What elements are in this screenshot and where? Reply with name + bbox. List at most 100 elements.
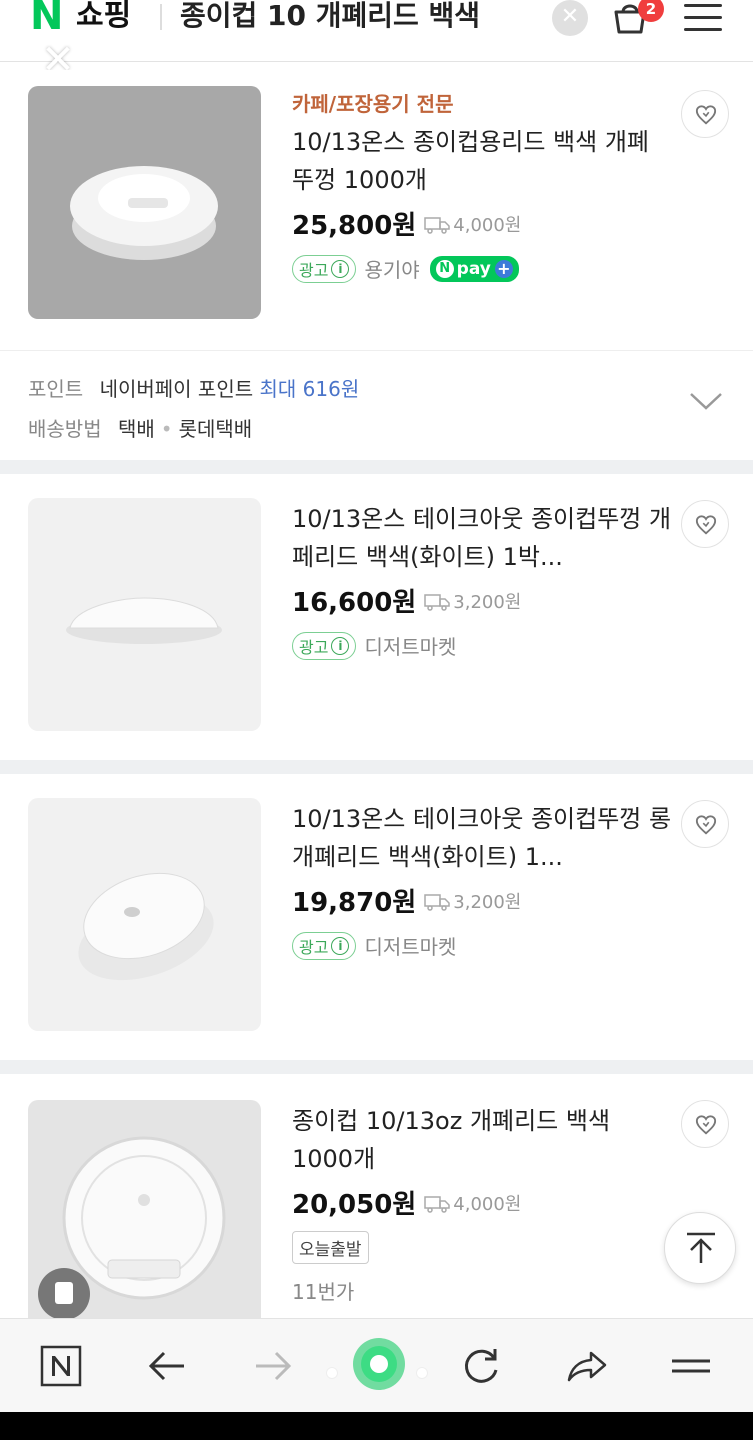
product-card[interactable]: 10/13온스 테이크아웃 종이컵뚜껑 롱개폐리드 백색(화이트) 1... 1…	[0, 774, 753, 1060]
heart-icon	[695, 815, 717, 835]
top-header: N 쇼핑 종이컵 10 개폐리드 백색 ✕ 2	[0, 0, 753, 62]
wishlist-button[interactable]	[681, 1100, 729, 1148]
share-arrow-icon	[567, 1351, 607, 1382]
ad-label: 광고	[299, 937, 329, 957]
header-divider	[160, 4, 162, 30]
arrow-right-icon	[256, 1351, 292, 1381]
product-image[interactable]	[28, 498, 261, 731]
product-title[interactable]: 10/13온스 테이크아웃 종이컵뚜껑 개페리드 백색(화이트) 1박...	[292, 500, 672, 576]
shop-name[interactable]: 11번가	[292, 1276, 354, 1305]
naver-logo[interactable]: N	[30, 0, 63, 38]
arrow-left-icon	[148, 1351, 184, 1381]
plus-icon: +	[494, 259, 513, 278]
point-value: 네이버페이 포인트	[99, 377, 254, 401]
npay-n-icon: N	[435, 259, 454, 278]
refresh-icon	[464, 1349, 498, 1383]
product-card[interactable]: 종이컵 10/13oz 개폐리드 백색 1000개 20,050원 4,000원…	[0, 1074, 753, 1318]
cup-lid-image	[70, 166, 218, 260]
page-dot	[416, 1367, 428, 1379]
ad-badge[interactable]: 광고 i	[292, 631, 357, 660]
shipping-fee: 3,200원	[424, 588, 521, 614]
info-icon: i	[331, 636, 350, 655]
heart-icon	[695, 1115, 717, 1135]
wishlist-button[interactable]	[681, 500, 729, 548]
refresh-button[interactable]	[458, 1343, 504, 1389]
shop-name[interactable]: 용기야	[364, 254, 419, 283]
cup-lid-image	[78, 872, 214, 981]
shipping-fee: 4,000원	[424, 1190, 521, 1216]
product-image[interactable]	[28, 798, 261, 1031]
truck-icon	[424, 593, 451, 611]
section-separator	[0, 1060, 753, 1074]
shop-name[interactable]: 디저트마켓	[364, 631, 456, 660]
menu-button[interactable]	[684, 4, 722, 34]
heart-icon	[695, 105, 717, 125]
shipping-fee-value: 3,200원	[453, 891, 522, 913]
forward-button[interactable]	[250, 1343, 296, 1389]
naver-n-icon	[40, 1345, 82, 1387]
shipping-fee: 3,200원	[424, 888, 521, 914]
product-price: 20,050원	[292, 1190, 417, 1220]
npay-badge: Npay +	[429, 255, 519, 282]
cup-lid-image	[66, 597, 222, 644]
shipping-method-row: 배송방법 택배 • 롯데택배	[28, 417, 253, 441]
page-dot	[326, 1367, 338, 1379]
info-icon: i	[331, 259, 350, 278]
truck-icon	[424, 216, 451, 234]
ad-label: 광고	[299, 637, 329, 657]
shipping-fee: 4,000원	[424, 211, 521, 237]
shipping-fee-value: 4,000원	[453, 214, 522, 236]
shop-name[interactable]: 디저트마켓	[364, 931, 456, 960]
truck-icon	[424, 893, 451, 911]
product-price: 19,870원	[292, 888, 417, 918]
point-info-section[interactable]: 포인트 네이버페이 포인트 최대 616원 배송방법 택배 • 롯데택배	[0, 350, 753, 460]
shipping-fee-value: 4,000원	[453, 1193, 522, 1215]
green-dot-button[interactable]	[352, 1337, 406, 1391]
cart-count-badge: 2	[638, 0, 664, 22]
product-title[interactable]: 종이컵 10/13oz 개폐리드 백색 1000개	[292, 1102, 672, 1178]
naver-home-button[interactable]	[38, 1343, 84, 1389]
ad-badge[interactable]: 광고 i	[292, 931, 357, 960]
seller-tag: 카페/포장용기 전문	[292, 92, 454, 116]
product-card[interactable]: 10/13온스 테이크아웃 종이컵뚜껑 개페리드 백색(화이트) 1박... 1…	[0, 474, 753, 760]
search-query[interactable]: 종이컵 10 개폐리드 백색	[180, 0, 480, 36]
product-image[interactable]	[28, 86, 261, 319]
back-button[interactable]	[144, 1343, 190, 1389]
green-dot-icon	[353, 1338, 405, 1390]
arrow-up-icon	[687, 1232, 715, 1263]
wishlist-button[interactable]	[681, 90, 729, 138]
ad-label: 광고	[299, 260, 329, 280]
product-title[interactable]: 10/13온스 종이컵용리드 백색 개폐 뚜껑 1000개	[292, 123, 672, 199]
hamburger-icon	[672, 1359, 710, 1373]
info-icon: i	[331, 936, 350, 955]
clear-search-button[interactable]: ✕	[552, 0, 588, 36]
section-title[interactable]: 쇼핑	[76, 0, 131, 36]
truck-icon	[424, 1195, 451, 1213]
product-title[interactable]: 10/13온스 테이크아웃 종이컵뚜껑 롱개폐리드 백색(화이트) 1...	[292, 800, 672, 876]
shipping-method-label: 배송방법	[28, 417, 102, 441]
chevron-down-icon[interactable]	[689, 391, 723, 411]
share-button[interactable]	[564, 1343, 610, 1389]
copy-icon[interactable]	[38, 1268, 90, 1320]
product-price: 16,600원	[292, 588, 417, 618]
npay-label: pay	[456, 258, 491, 279]
shipping-carrier: 롯데택배	[178, 417, 253, 441]
point-max: 최대 616원	[259, 377, 360, 401]
today-shipping-badge: 오늘출발	[292, 1231, 369, 1264]
point-label: 포인트	[28, 377, 84, 401]
heart-icon	[695, 515, 717, 535]
product-price: 25,800원	[292, 211, 417, 241]
section-separator	[0, 760, 753, 774]
wishlist-button[interactable]	[681, 800, 729, 848]
product-card[interactable]: 카페/포장용기 전문 10/13온스 종이컵용리드 백색 개폐 뚜껑 1000개…	[0, 70, 753, 350]
browser-toolbar	[0, 1318, 753, 1412]
point-row: 포인트 네이버페이 포인트 최대 616원	[28, 373, 359, 402]
browser-menu-button[interactable]	[668, 1343, 714, 1389]
shipping-method-value: 택배	[117, 417, 155, 441]
system-navigation-bar	[0, 1412, 753, 1440]
scroll-to-top-button[interactable]	[664, 1212, 736, 1284]
ad-badge[interactable]: 광고 i	[292, 254, 357, 283]
shipping-fee-value: 3,200원	[453, 591, 522, 613]
section-separator	[0, 460, 753, 474]
hamburger-icon	[684, 4, 722, 7]
